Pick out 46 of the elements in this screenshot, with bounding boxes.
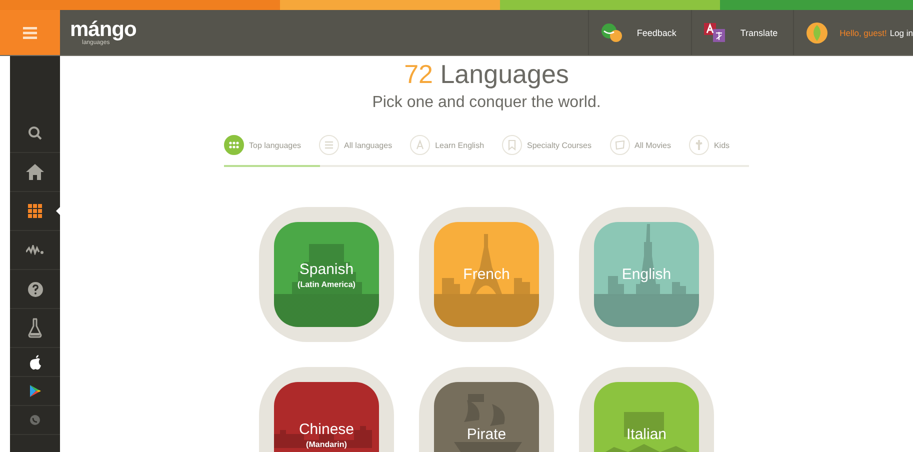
greeting-text: Hello, guest! xyxy=(840,28,887,38)
login-link[interactable]: Log in xyxy=(890,28,913,38)
category-tab[interactable]: All languages xyxy=(319,135,392,155)
flask-icon xyxy=(28,318,42,338)
language-card[interactable]: French xyxy=(419,207,554,342)
translate-button[interactable]: Translate xyxy=(691,10,793,55)
home-icon xyxy=(26,164,44,180)
language-card[interactable]: Italian xyxy=(579,367,714,452)
help-icon xyxy=(28,282,42,296)
category-tab[interactable]: Kids xyxy=(688,135,730,155)
category-tab[interactable]: All Movies xyxy=(610,135,671,155)
phone-icon xyxy=(30,415,40,425)
language-card[interactable]: Spanish (Latin America) xyxy=(259,207,394,342)
mango-avatar-icon xyxy=(806,22,828,44)
search-icon xyxy=(28,126,42,140)
menu-icon xyxy=(23,26,37,38)
speech-bubbles-icon xyxy=(600,22,623,42)
letter-icon xyxy=(410,135,430,155)
translate-icon xyxy=(704,22,726,42)
language-variant: (Latin America) xyxy=(298,280,356,288)
list-icon xyxy=(319,135,340,155)
film-icon xyxy=(610,135,630,155)
language-name: Italian xyxy=(626,426,667,443)
language-name: English xyxy=(622,266,672,283)
language-variant: (Mandarin) xyxy=(306,440,347,448)
category-tab[interactable]: Learn English xyxy=(410,135,484,155)
language-name: Chinese xyxy=(298,420,354,438)
grid-icon xyxy=(28,204,42,218)
language-name: Spanish xyxy=(299,260,354,278)
page-title: 72 Languages xyxy=(404,59,569,90)
waveform-icon xyxy=(26,245,44,255)
category-tab[interactable]: Top languages xyxy=(224,135,302,155)
grid-icon xyxy=(224,135,244,155)
page-subtitle: Pick one and conquer the world. xyxy=(372,94,601,112)
language-name: Pirate xyxy=(466,426,506,443)
category-tab[interactable]: Specialty Courses xyxy=(502,135,592,155)
language-name: French xyxy=(463,266,510,283)
language-card[interactable]: Chinese (Mandarin) xyxy=(259,367,394,452)
feedback-button[interactable]: Feedback xyxy=(588,10,692,55)
apple-icon xyxy=(28,354,42,370)
child-icon xyxy=(688,135,709,155)
bookmark-icon xyxy=(502,135,522,155)
play-store-icon xyxy=(30,385,40,397)
logo[interactable]: mángo xyxy=(70,19,136,40)
language-card[interactable]: Pirate xyxy=(419,367,554,452)
language-card[interactable]: English xyxy=(579,207,714,342)
